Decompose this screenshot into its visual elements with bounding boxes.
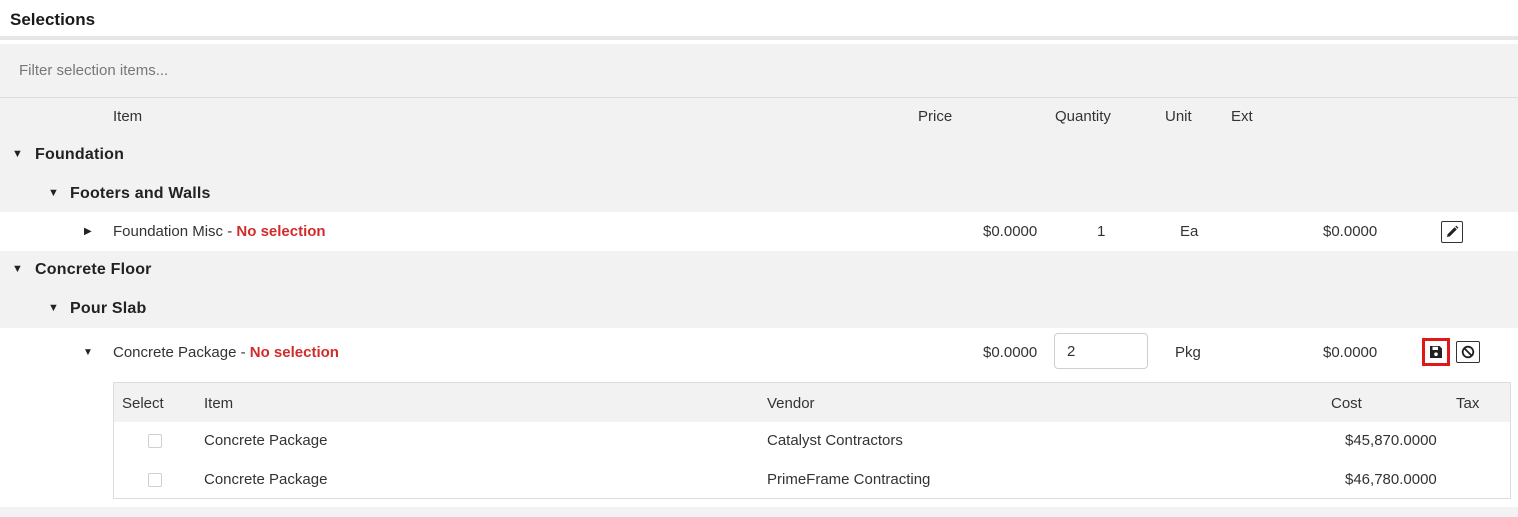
- pencil-icon: [1447, 225, 1459, 237]
- ext-value: $0.0000: [1323, 344, 1378, 361]
- unit-value: Ea: [1180, 223, 1199, 240]
- price-value: $0.0000: [983, 344, 1038, 361]
- bottom-divider: [0, 507, 1518, 517]
- option-item: Concrete Package: [204, 471, 328, 488]
- select-checkbox[interactable]: [148, 473, 162, 487]
- selection-options-table: Select Item Vendor Cost Tax Concrete Pac…: [113, 382, 1511, 499]
- edit-button[interactable]: [1441, 221, 1463, 243]
- group-label: Concrete Floor: [35, 261, 152, 278]
- subgroup-row-pour-slab[interactable]: ▼ Pour Slab: [0, 289, 1518, 328]
- options-row: Concrete Package Catalyst Contractors $4…: [114, 422, 1510, 461]
- options-header-vendor: Vendor: [767, 395, 815, 412]
- group-label: Foundation: [35, 146, 125, 163]
- quantity-value: 1: [1097, 223, 1106, 240]
- column-header-row: Item Price Quantity Unit Ext: [0, 98, 1518, 136]
- caret-down-icon[interactable]: ▼: [83, 347, 93, 358]
- quantity-input[interactable]: [1054, 333, 1148, 369]
- filter-bar: [0, 44, 1518, 98]
- cancel-button[interactable]: [1456, 341, 1480, 363]
- price-value: $0.0000: [983, 223, 1038, 240]
- options-header-row: Select Item Vendor Cost Tax: [114, 383, 1510, 422]
- column-header-price[interactable]: Price: [918, 108, 952, 125]
- option-cost: $45,870.0000: [1345, 432, 1437, 449]
- page-header: Selections: [0, 0, 1518, 40]
- group-row-concrete-floor[interactable]: ▼ Concrete Floor: [0, 251, 1518, 289]
- column-header-item[interactable]: Item: [113, 108, 142, 125]
- item-row-foundation-misc: ▶ Foundation Misc - No selection $0.0000…: [0, 212, 1518, 251]
- caret-down-icon[interactable]: ▼: [48, 302, 59, 314]
- caret-down-icon[interactable]: ▼: [12, 148, 23, 160]
- column-header-unit[interactable]: Unit: [1165, 108, 1192, 125]
- subgroup-label: Footers and Walls: [70, 185, 211, 202]
- option-cost: $46,780.0000: [1345, 471, 1437, 488]
- no-selection-status: No selection: [249, 344, 339, 361]
- filter-input[interactable]: [0, 44, 1518, 97]
- cancel-circle-icon: [1461, 345, 1475, 359]
- options-header-cost: Cost: [1331, 395, 1362, 412]
- floppy-disk-icon: [1430, 346, 1442, 358]
- options-header-select: Select: [122, 395, 164, 412]
- options-header-item: Item: [204, 395, 234, 412]
- group-row-foundation[interactable]: ▼ Foundation: [0, 136, 1518, 174]
- page-title: Selections: [10, 10, 96, 29]
- option-vendor: Catalyst Contractors: [767, 432, 903, 449]
- select-checkbox[interactable]: [148, 434, 162, 448]
- option-vendor: PrimeFrame Contracting: [767, 471, 931, 488]
- item-name-label: Concrete Package - No selection: [113, 344, 339, 361]
- caret-down-icon[interactable]: ▼: [48, 187, 59, 199]
- unit-value: Pkg: [1175, 344, 1201, 361]
- item-name-label: Foundation Misc - No selection: [113, 223, 326, 240]
- options-header-tax: Tax: [1456, 395, 1480, 412]
- options-row: Concrete Package PrimeFrame Contracting …: [114, 461, 1510, 499]
- column-header-quantity[interactable]: Quantity: [1055, 108, 1111, 125]
- subgroup-row-footers-and-walls[interactable]: ▼ Footers and Walls: [0, 174, 1518, 212]
- subgroup-label: Pour Slab: [70, 300, 147, 317]
- caret-right-icon[interactable]: ▶: [84, 226, 92, 237]
- column-header-ext[interactable]: Ext: [1231, 108, 1253, 125]
- ext-value: $0.0000: [1323, 223, 1378, 240]
- option-item: Concrete Package: [204, 432, 328, 449]
- save-button[interactable]: [1422, 338, 1450, 366]
- no-selection-status: No selection: [236, 223, 326, 240]
- caret-down-icon[interactable]: ▼: [12, 263, 23, 275]
